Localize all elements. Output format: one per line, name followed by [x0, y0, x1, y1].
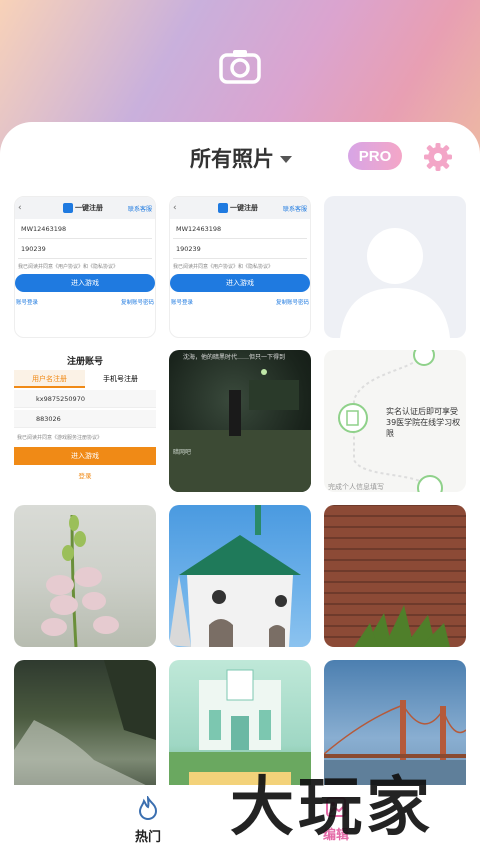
photo-thumbnail[interactable]	[169, 505, 311, 647]
fire-icon	[138, 794, 158, 821]
photo-thumbnail[interactable]: 沈海，他的暗黑时代……但只一下得到 暗网吧	[169, 350, 311, 492]
app-icon	[63, 203, 73, 213]
photo-thumbnail[interactable]: ‹ 一键注册 联系客服 MW12463198 190239 我已阅读并同意《用户…	[169, 196, 311, 338]
back-icon: ‹	[18, 203, 22, 213]
photo-thumbnail[interactable]: ‹ 一键注册 联系客服 MW12463198 190239 我已阅读并同意《用户…	[14, 196, 156, 338]
nav-item-hot[interactable]: 热门	[126, 794, 170, 845]
photo-thumbnail[interactable]	[14, 660, 156, 802]
photo-thumbnail[interactable]	[324, 196, 466, 338]
photo-thumbnail[interactable]	[324, 505, 466, 647]
photo-thumbnail[interactable]	[14, 505, 156, 647]
album-title: 所有照片	[190, 147, 274, 171]
pro-button[interactable]: PRO	[348, 142, 402, 170]
waterfall-image	[14, 660, 156, 802]
watermark: 大玩家	[230, 770, 434, 845]
flower-image	[41, 514, 119, 647]
camera-icon[interactable]	[219, 48, 261, 84]
photo-thumbnail[interactable]: 实名认证后即可享受 39医学院在线学习权限 完成个人信息填写	[324, 350, 466, 492]
night-scene	[169, 369, 311, 492]
album-selector[interactable]: 所有照片	[190, 143, 292, 173]
brick-wall-image	[354, 605, 450, 647]
church-tower-image	[169, 505, 301, 647]
app-icon	[218, 203, 228, 213]
gear-icon[interactable]	[424, 143, 452, 171]
avatar-placeholder-icon	[340, 228, 450, 338]
back-icon: ‹	[173, 203, 177, 213]
chevron-down-icon	[280, 155, 292, 163]
photo-thumbnail[interactable]: 注册账号 用户名注册 手机号注册 kx9875250970 883026 我已阅读…	[14, 350, 156, 492]
